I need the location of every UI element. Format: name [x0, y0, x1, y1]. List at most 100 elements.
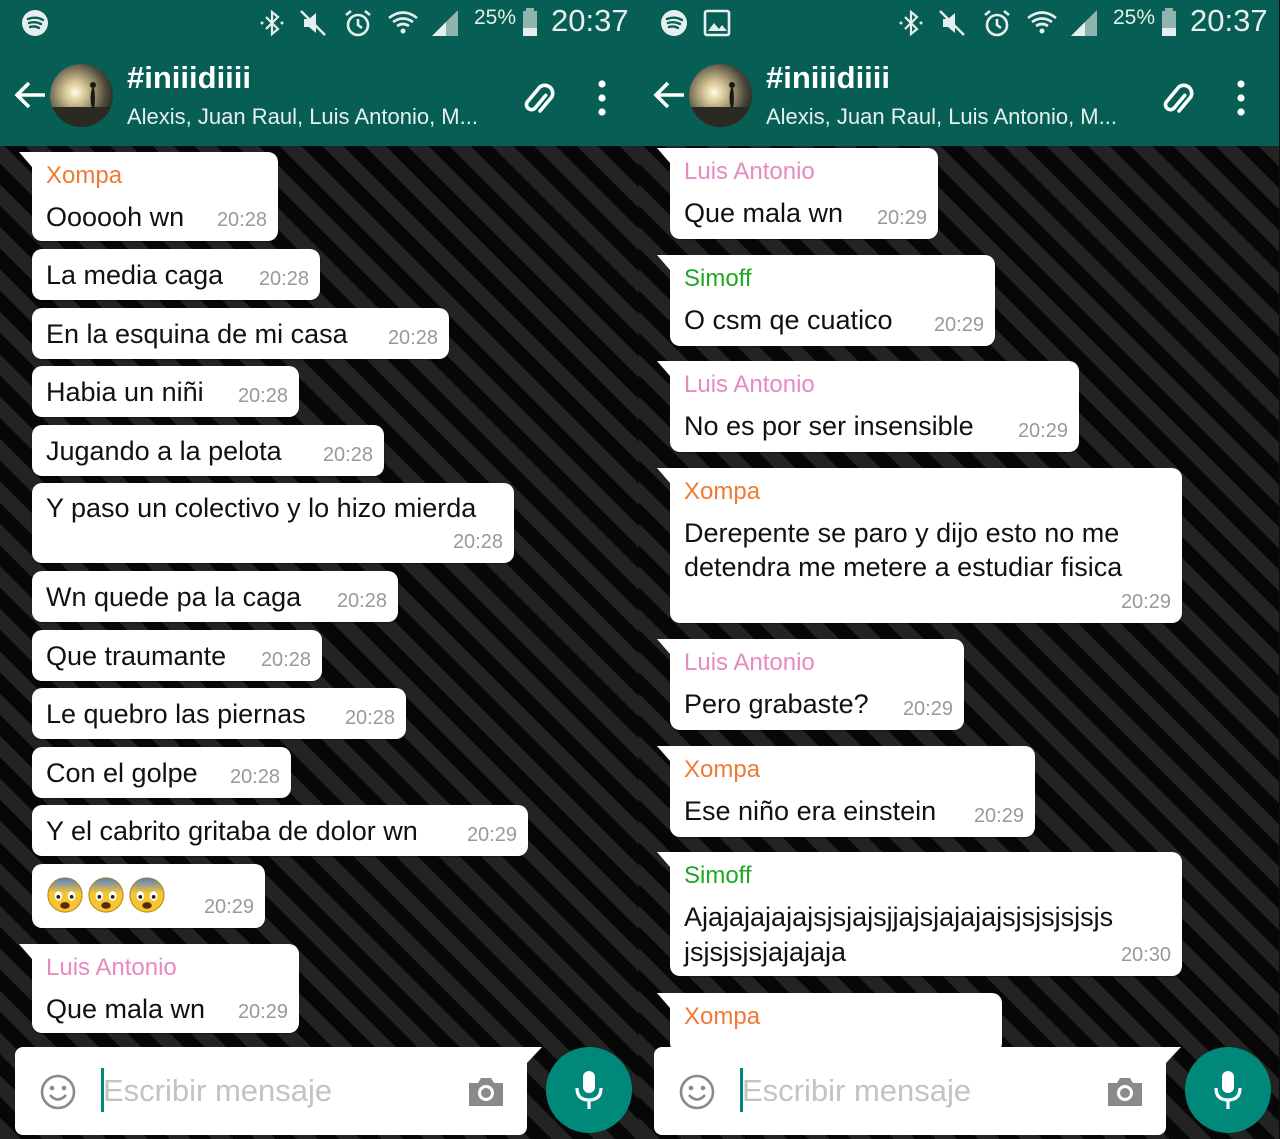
message-text: Ajajajajajajsjsjajsjjajsjajajajsjsjsjsjs…	[684, 902, 1114, 932]
message-bubble[interactable]: La media caga 20:28	[32, 249, 320, 300]
status-bar: 25% 20:37	[0, 0, 640, 46]
battery-icon	[1162, 8, 1176, 36]
compose-bar	[654, 1047, 1181, 1135]
attach-icon[interactable]	[516, 76, 562, 122]
more-options-icon[interactable]	[590, 78, 614, 118]
message-bubble[interactable]: Jugando a la pelota 20:28	[32, 425, 384, 476]
chat-header: #iniiidiiii Alexis, Juan Raul, Luis Anto…	[0, 46, 640, 146]
microphone-icon	[575, 1071, 603, 1109]
message-time: 20:29	[902, 698, 953, 720]
spotify-icon	[22, 10, 48, 36]
message-bubble[interactable]: Xompa Ese niño era einstein 20:29	[657, 746, 1035, 837]
message-text: Derepente se paro y dijo esto no me	[684, 518, 1120, 548]
message-time: 20:29	[876, 207, 927, 229]
message-time: 20:28	[229, 766, 280, 788]
spotify-icon	[661, 10, 687, 36]
sender-name: Luis Antonio	[684, 371, 815, 398]
message-text: Y el cabrito gritaba de dolor wn	[46, 816, 418, 846]
group-members[interactable]: Alexis, Juan Raul, Luis Antonio, M...	[766, 104, 1117, 130]
sender-name: Xompa	[684, 756, 761, 783]
wifi-icon	[388, 11, 418, 34]
emoji-row	[46, 876, 169, 914]
message-bubble[interactable]: Simoff Ajajajajajajsjsjajsjjajsjajajajsj…	[657, 852, 1182, 976]
message-text: En la esquina de mi casa	[46, 319, 348, 349]
group-avatar[interactable]	[50, 64, 113, 127]
message-time: 20:30	[1120, 944, 1171, 966]
message-text: Habia un niñi	[46, 377, 204, 407]
message-bubble[interactable]: Habia un niñi 20:28	[32, 366, 299, 417]
message-bubble[interactable]: Luis Antonio Que mala wn 20:29	[19, 944, 299, 1033]
sender-name: Xompa	[684, 478, 761, 505]
message-list[interactable]: Xompa Oooooh wn 20:28 La media caga 20:2…	[0, 146, 640, 1139]
clock: 20:37	[1190, 3, 1268, 38]
emoji-picker-icon[interactable]	[678, 1073, 716, 1111]
message-time: 20:28	[452, 531, 503, 553]
message-bubble[interactable]: 20:29	[32, 864, 265, 928]
message-text: No es por ser insensible	[684, 411, 974, 441]
battery-percent: 25%	[474, 6, 517, 29]
group-avatar[interactable]	[689, 64, 752, 127]
message-time: 20:28	[387, 327, 438, 349]
group-members[interactable]: Alexis, Juan Raul, Luis Antonio, M...	[127, 104, 478, 130]
image-icon	[703, 9, 731, 37]
sender-name: Luis Antonio	[684, 649, 815, 676]
message-bubble[interactable]: Y paso un colectivo y lo hizo mierda 20:…	[32, 483, 514, 563]
message-time: 20:28	[344, 707, 395, 729]
message-bubble[interactable]: En la esquina de mi casa 20:28	[32, 308, 449, 359]
group-title[interactable]: #iniiidiiii	[127, 60, 251, 96]
message-bubble[interactable]: Xompa Derepente se paro y dijo esto no m…	[657, 468, 1182, 623]
message-bubble[interactable]: Xompa Oooooh wn 20:28	[19, 152, 278, 241]
message-bubble[interactable]: Luis Antonio No es por ser insensible 20…	[657, 361, 1079, 452]
battery-icon	[523, 8, 537, 36]
message-input[interactable]	[742, 1071, 1082, 1111]
wifi-icon	[1027, 11, 1057, 34]
sender-name: Xompa	[684, 1003, 761, 1030]
message-text: Y paso un colectivo y lo hizo mierda	[46, 493, 477, 523]
message-bubble[interactable]: Que traumante 20:28	[32, 630, 322, 681]
signal-icon	[432, 10, 458, 36]
message-list[interactable]: Luis Antonio Que mala wn 20:29 Simoff O …	[639, 146, 1279, 1139]
chat-screen-left: 25% 20:37 #iniiidiiii Alexis, Juan Raul,…	[0, 0, 640, 1139]
message-bubble[interactable]: Simoff O csm qe cuatico 20:29	[657, 255, 995, 346]
more-options-icon[interactable]	[1229, 78, 1253, 118]
message-text: Que mala wn	[684, 198, 844, 228]
message-bubble[interactable]: Luis Antonio Que mala wn 20:29	[657, 148, 938, 239]
message-bubble[interactable]: Luis Antonio Pero grabaste? 20:29	[657, 639, 964, 730]
camera-icon[interactable]	[466, 1072, 506, 1110]
microphone-button[interactable]	[1185, 1047, 1271, 1133]
sender-name: Simoff	[684, 862, 752, 889]
fearful-face-icon	[88, 877, 124, 913]
back-arrow-icon[interactable]	[651, 79, 687, 111]
emoji-picker-icon[interactable]	[39, 1073, 77, 1111]
group-title[interactable]: #iniiidiiii	[766, 60, 890, 96]
fearful-face-icon	[129, 877, 165, 913]
message-text: jsjsjsjsjajajaja	[684, 937, 847, 967]
message-time: 20:28	[237, 385, 288, 407]
message-text: detendra me metere a estudiar fisica	[684, 552, 1123, 582]
mute-icon	[300, 10, 326, 36]
back-arrow-icon[interactable]	[12, 79, 48, 111]
message-time: 20:29	[1120, 591, 1171, 613]
signal-icon	[1071, 10, 1097, 36]
fearful-face-icon	[47, 877, 83, 913]
microphone-icon	[1214, 1071, 1242, 1109]
message-time: 20:28	[336, 590, 387, 612]
message-text: La media caga	[46, 260, 224, 290]
microphone-button[interactable]	[546, 1047, 632, 1133]
camera-icon[interactable]	[1105, 1072, 1145, 1110]
message-input[interactable]	[103, 1071, 443, 1111]
clock: 20:37	[551, 3, 629, 38]
message-time: 20:29	[203, 896, 254, 918]
status-bar: 25% 20:37	[639, 0, 1279, 46]
message-bubble[interactable]: Con el golpe 20:28	[32, 747, 291, 798]
message-time: 20:28	[258, 268, 309, 290]
message-text: Jugando a la pelota	[46, 436, 282, 466]
message-bubble[interactable]: Wn quede pa la caga 20:28	[32, 571, 398, 622]
message-bubble[interactable]: Y el cabrito gritaba de dolor wn 20:29	[32, 805, 528, 856]
message-bubble[interactable]: Xompa	[657, 993, 1002, 1053]
attach-icon[interactable]	[1155, 76, 1201, 122]
message-time: 20:28	[260, 649, 311, 671]
mute-icon	[939, 10, 965, 36]
message-bubble[interactable]: Le quebro las piernas 20:28	[32, 688, 406, 739]
message-text: Pero grabaste?	[684, 689, 869, 719]
